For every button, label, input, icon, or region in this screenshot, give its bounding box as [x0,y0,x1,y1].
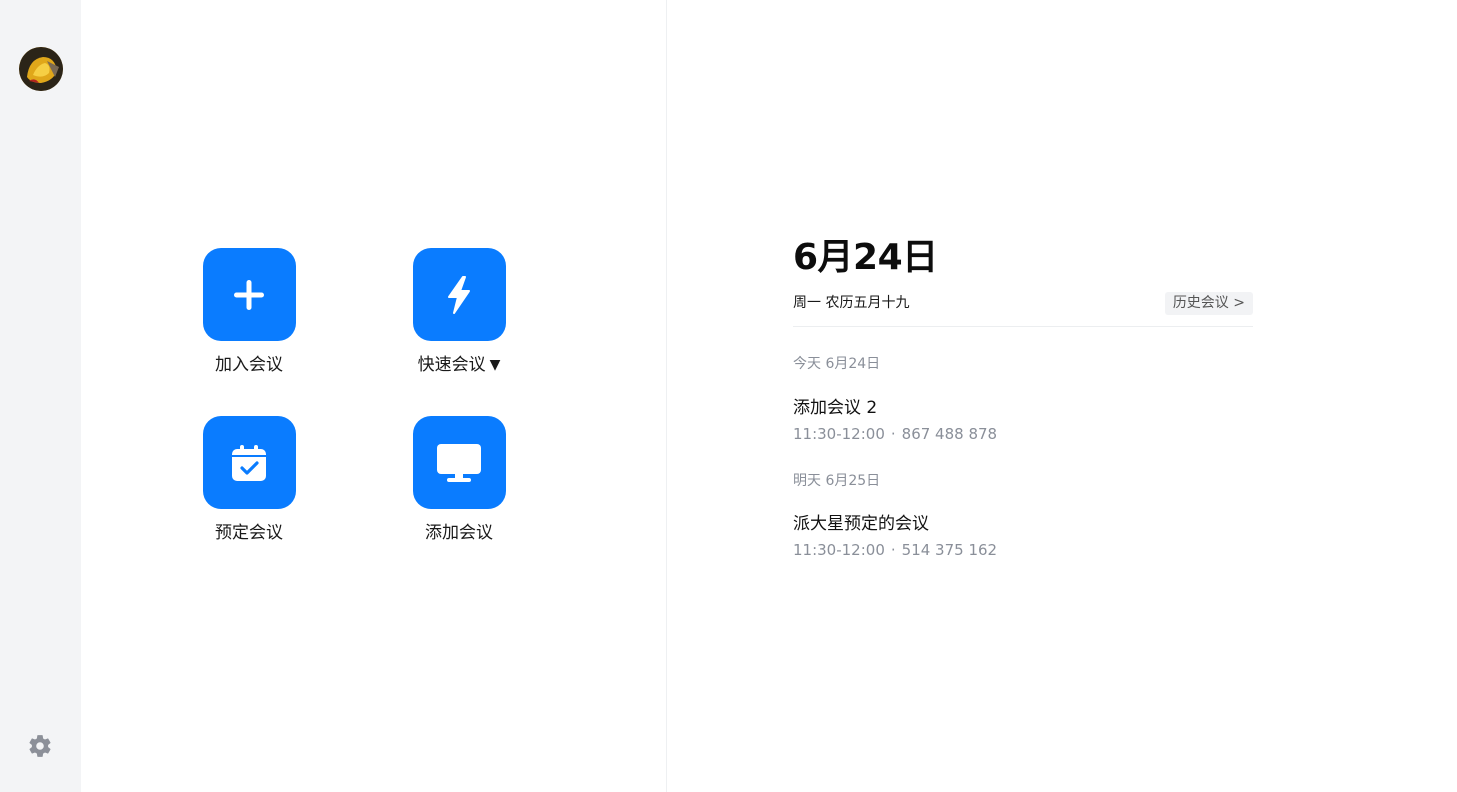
lightning-icon [448,275,470,314]
meeting-title: 派大星预定的会议 [793,514,929,534]
history-meetings-button[interactable]: 历史会议 > [1164,292,1253,315]
meeting-time: 11:30-12:00 [793,425,885,443]
schedule-meeting-tile[interactable] [202,416,296,509]
meeting-number: 867 488 878 [901,425,998,443]
schedule-panel: 6月24日 周一 农历五月十九 历史会议 > 今天 6月24日 添加会议 2 1… [793,0,1253,792]
settings-button[interactable] [26,732,54,760]
meta-separator: · [890,541,896,559]
schedule-meeting-label: 预定会议 [215,523,283,543]
add-meeting-label: 添加会议 [425,523,493,543]
gear-icon [29,735,51,757]
today-header: 今天 6月24日 [793,356,881,372]
tomorrow-header: 明天 6月25日 [793,473,881,489]
join-meeting-label: 加入会议 [215,355,283,375]
divider [793,326,1253,327]
sidebar [0,0,81,792]
avatar-image [19,47,63,91]
quick-meeting-label: 快速会议 ▼ [417,353,501,377]
quick-meeting-button[interactable]: 快速会议 ▼ [399,248,519,377]
monitor-icon [437,443,481,482]
quick-meeting-tile[interactable] [412,248,506,341]
meeting-meta: 11:30-12:00 · 867 488 878 [793,423,1253,445]
add-meeting-button[interactable]: 添加会议 [399,416,519,545]
add-meeting-tile[interactable] [412,416,506,509]
actions-panel: 加入会议 快速会议 ▼ 预定会议 添加会议 [81,0,667,792]
lunar-date: 周一 农历五月十九 [793,295,910,311]
meeting-number: 514 375 162 [901,541,998,559]
meeting-item[interactable]: 派大星预定的会议 11:30-12:00 · 514 375 162 [793,512,1253,561]
plus-icon [234,279,264,310]
meeting-meta: 11:30-12:00 · 514 375 162 [793,539,1253,561]
calendar-check-icon [232,444,266,481]
dropdown-caret-icon[interactable]: ▼ [490,353,501,377]
join-meeting-tile[interactable] [202,248,296,341]
meeting-title: 添加会议 2 [793,398,878,418]
meeting-time: 11:30-12:00 [793,541,885,559]
user-avatar[interactable] [19,47,63,91]
schedule-meeting-button[interactable]: 预定会议 [189,416,309,545]
join-meeting-button[interactable]: 加入会议 [189,248,309,377]
meta-separator: · [890,425,896,443]
date-title: 6月24日 [793,237,938,278]
app-window: 加入会议 快速会议 ▼ 预定会议 添加会议 6月24日 周一 农历五月十九 历史… [0,0,1457,792]
meeting-item[interactable]: 添加会议 2 11:30-12:00 · 867 488 878 [793,396,1253,445]
